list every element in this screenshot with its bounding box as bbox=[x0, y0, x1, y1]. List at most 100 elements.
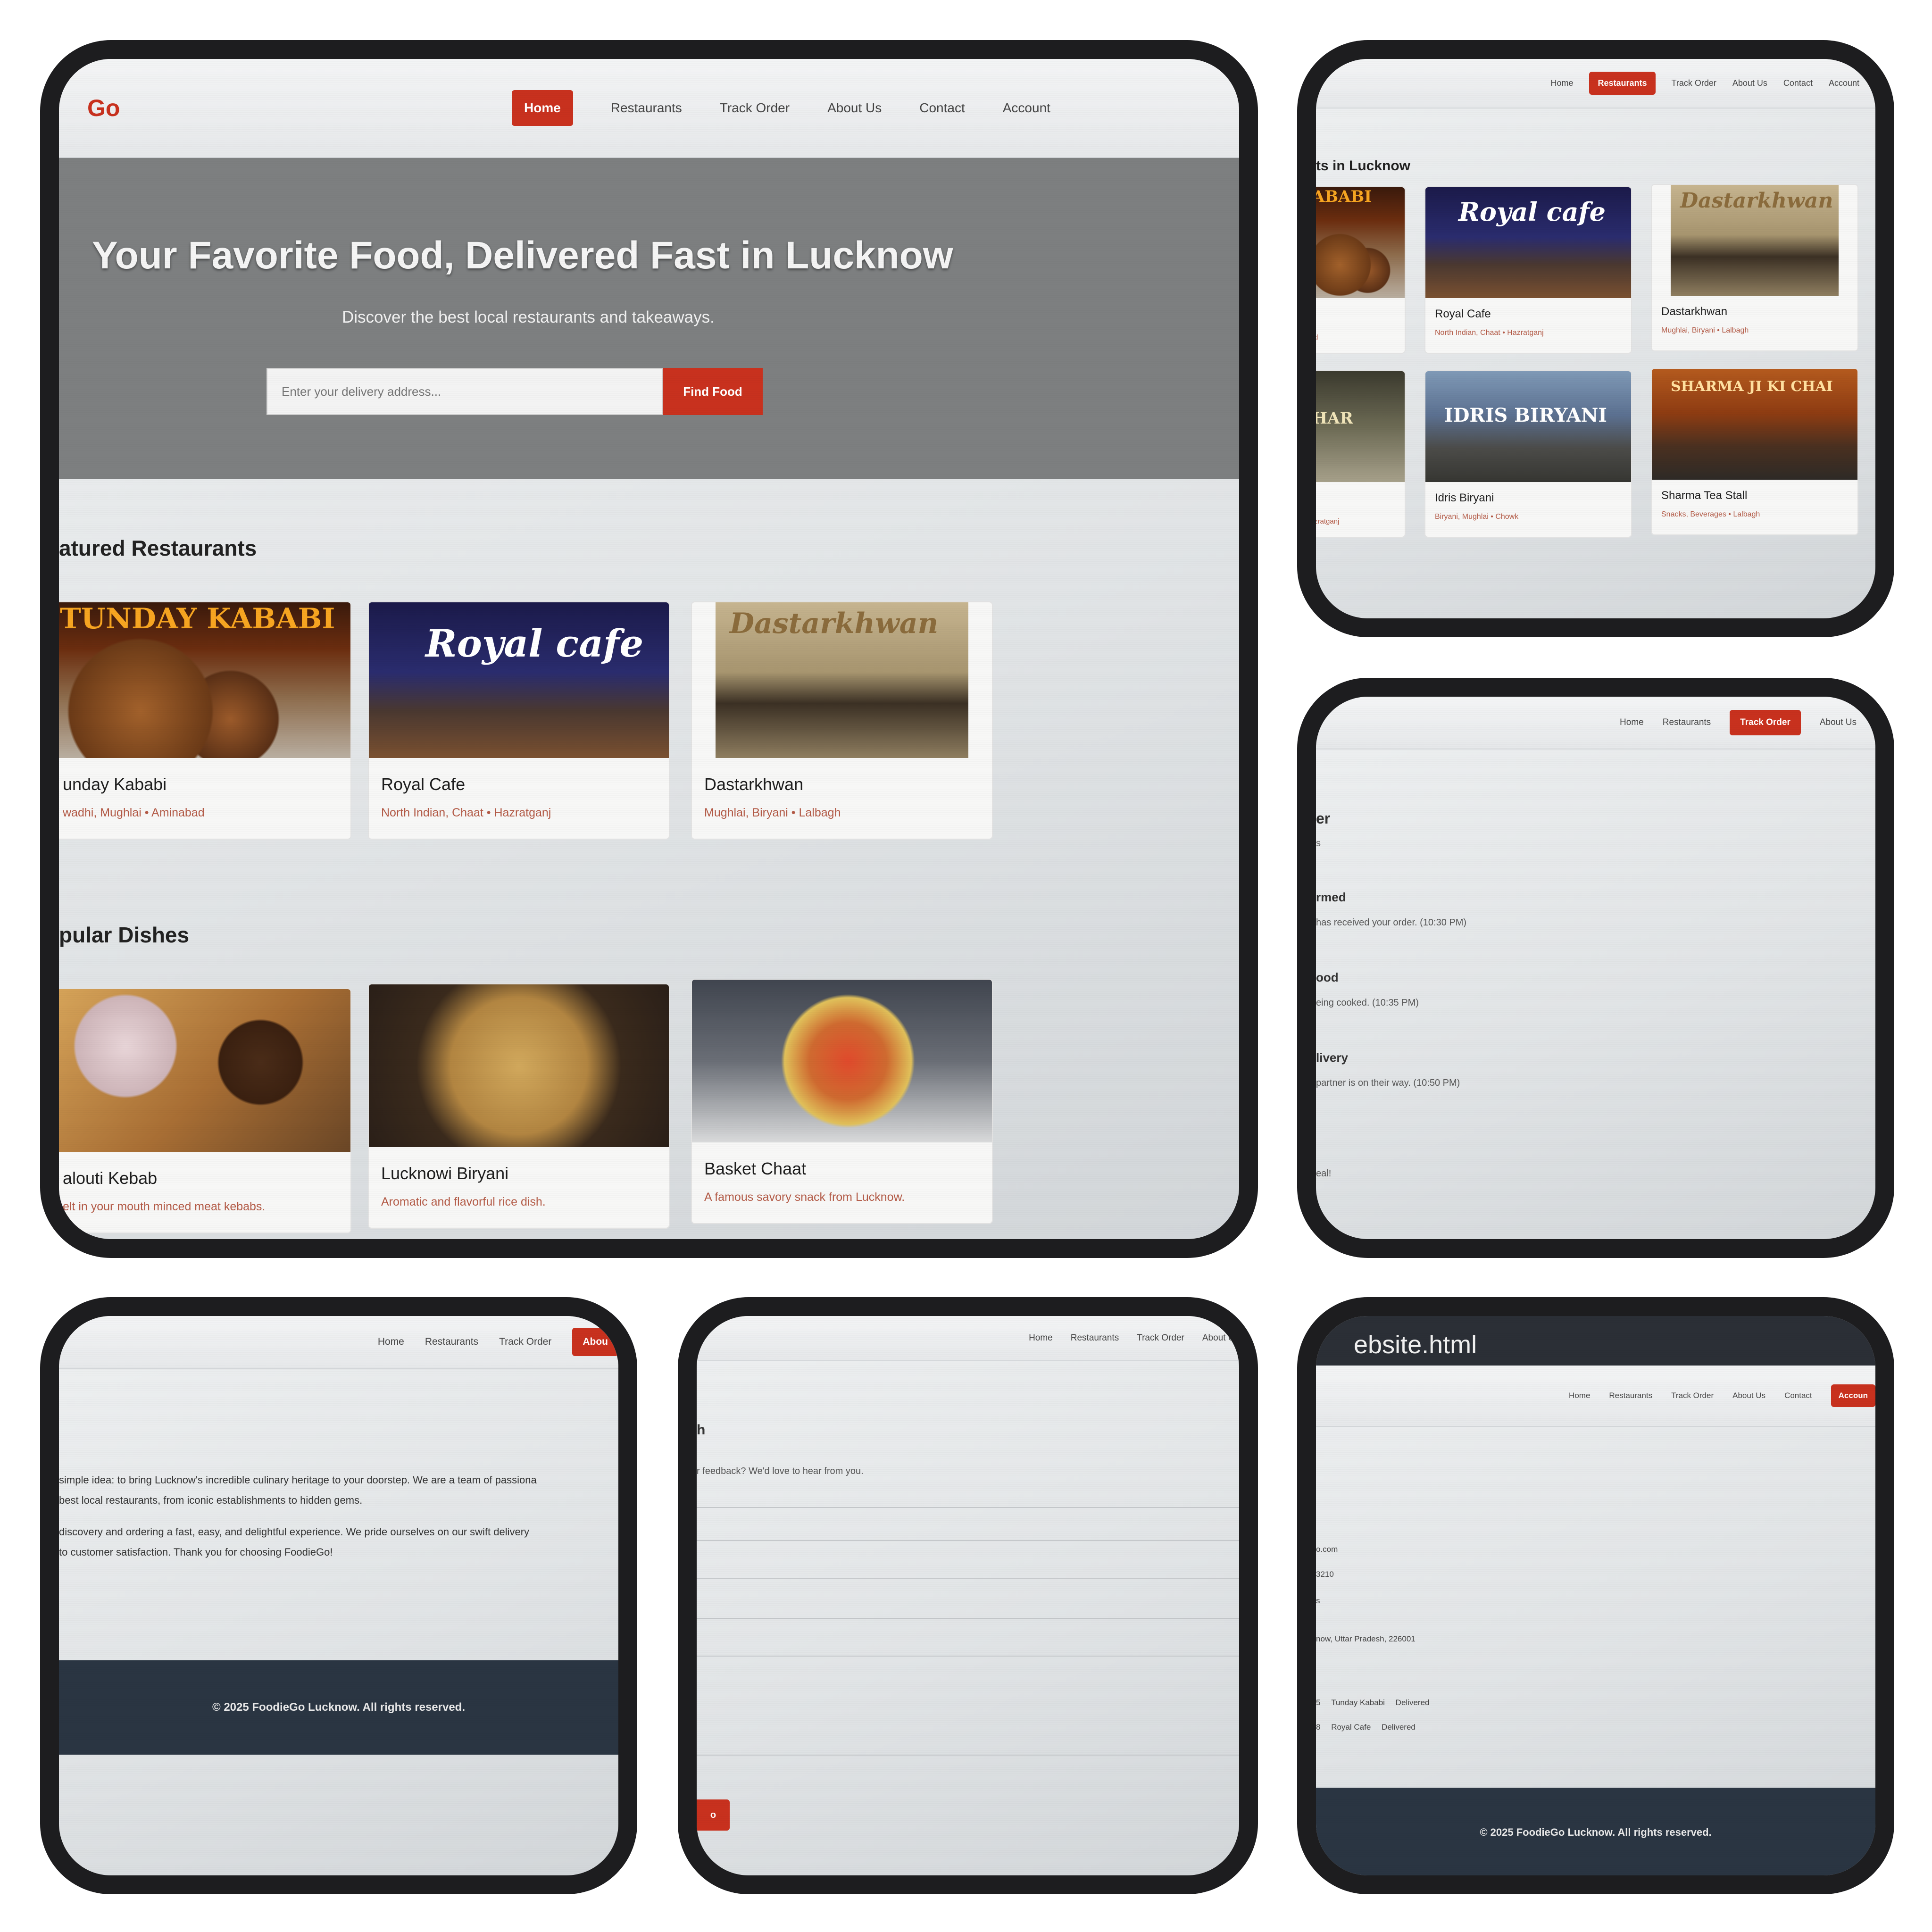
nav-track-order[interactable]: Track Order bbox=[499, 1336, 551, 1348]
account-phone: 3210 bbox=[1316, 1570, 1334, 1579]
email-field[interactable] bbox=[697, 1540, 1239, 1541]
restaurant-card[interactable]: Royal cafe Royal Cafe North Indian, Chaa… bbox=[368, 601, 670, 840]
site-logo[interactable]: Go bbox=[87, 94, 512, 122]
order-status: Delivered bbox=[1395, 1698, 1430, 1707]
nav-about-us[interactable]: About Us bbox=[827, 100, 882, 116]
about-paragraph-2-line-1: discovery and ordering a fast, easy, and… bbox=[59, 1526, 530, 1538]
top-navbar: Go Home Restaurants Track Order About Us… bbox=[59, 59, 1239, 158]
restaurant-photo: SHARMA JI KI CHAI bbox=[1652, 369, 1857, 480]
nav-about-us[interactable]: Abou bbox=[572, 1328, 618, 1356]
nav-restaurants[interactable]: Restaurants bbox=[1609, 1391, 1652, 1400]
shop-sign: ABABI bbox=[1316, 187, 1372, 206]
nav-home[interactable]: Home bbox=[1620, 717, 1644, 728]
hero-subtitle: Discover the best local restaurants and … bbox=[342, 308, 715, 326]
site-footer: © 2025 FoodieGo Lucknow. All rights rese… bbox=[59, 1660, 618, 1755]
home-page-panel: Go Home Restaurants Track Order About Us… bbox=[40, 40, 1258, 1258]
order-restaurant: Royal Cafe bbox=[1331, 1723, 1371, 1732]
restaurant-card[interactable]: IDRIS BIRYANI Idris Biryani Biryani, Mug… bbox=[1424, 370, 1632, 538]
restaurant-photo: Dastarkhwan bbox=[1671, 185, 1839, 296]
top-navbar: Home Restaurants Track Order Abou bbox=[59, 1316, 618, 1369]
nav-account[interactable]: Account bbox=[1003, 100, 1050, 116]
nav-home[interactable]: Home bbox=[1550, 78, 1573, 88]
nav-restaurants[interactable]: Restaurants bbox=[1071, 1333, 1119, 1343]
top-navbar: Home Restaurants Track Order About Us bbox=[1316, 697, 1875, 749]
dish-name: Lucknowi Biryani bbox=[381, 1164, 509, 1183]
step-title: livery bbox=[1316, 1050, 1348, 1065]
send-message-button[interactable]: o bbox=[697, 1799, 730, 1831]
restaurant-card[interactable]: Dastarkhwan Dastarkhwan Mughlai, Biryani… bbox=[1651, 184, 1858, 351]
address-search: Find Food bbox=[266, 368, 763, 415]
account-email: o.com bbox=[1316, 1545, 1338, 1554]
restaurant-card[interactable]: TUNDAY KABABI unday Kababi wadhi, Mughla… bbox=[59, 601, 351, 840]
nav-contact[interactable]: Contact bbox=[919, 100, 965, 116]
step-description: has received your order. (10:30 PM) bbox=[1316, 917, 1467, 928]
nav-restaurants[interactable]: Restaurants bbox=[1663, 717, 1711, 728]
top-navbar: Home Restaurants Track Order About Us bbox=[697, 1316, 1239, 1361]
nav-about-us[interactable]: About Us bbox=[1820, 717, 1857, 728]
restaurant-meta: Mughlai, Biryani • Lalbagh bbox=[704, 806, 841, 819]
restaurant-photo: Royal cafe bbox=[369, 602, 669, 758]
subject-field[interactable] bbox=[697, 1578, 1239, 1579]
nav-track-order[interactable]: Track Order bbox=[720, 100, 790, 116]
restaurant-name: Sharma Tea Stall bbox=[1661, 489, 1748, 502]
dish-card[interactable]: alouti Kebab elt in your mouth minced me… bbox=[59, 988, 351, 1233]
message-field-top[interactable] bbox=[697, 1618, 1239, 1619]
restaurant-name: Idris Biryani bbox=[1435, 491, 1494, 504]
shop-sign: Royal cafe bbox=[1458, 197, 1606, 227]
name-field[interactable] bbox=[697, 1507, 1239, 1508]
nav-home[interactable]: Home bbox=[1569, 1391, 1590, 1400]
restaurant-card[interactable]: SHARMA JI KI CHAI Sharma Tea Stall Snack… bbox=[1651, 368, 1858, 535]
nav-account[interactable]: Accoun bbox=[1831, 1384, 1875, 1407]
shop-sign: TUNDAY KABABI bbox=[60, 602, 335, 635]
track-order-heading: er bbox=[1316, 810, 1331, 827]
nav-restaurants[interactable]: Restaurants bbox=[425, 1336, 478, 1348]
order-restaurant: Tunday Kababi bbox=[1331, 1698, 1385, 1707]
about-paragraph-1-line-2: best local restaurants, from iconic esta… bbox=[59, 1494, 363, 1506]
nav-track-order[interactable]: Track Order bbox=[1672, 78, 1716, 88]
nav-restaurants[interactable]: Restaurants bbox=[1589, 72, 1656, 95]
restaurant-card[interactable]: HAR zratganj bbox=[1316, 370, 1406, 538]
nav-home[interactable]: Home bbox=[378, 1336, 404, 1348]
nav-track-order[interactable]: Track Order bbox=[1137, 1333, 1184, 1343]
contact-screen: Home Restaurants Track Order About Us h … bbox=[697, 1316, 1239, 1875]
nav-home[interactable]: Home bbox=[512, 90, 573, 126]
nav-home[interactable]: Home bbox=[1029, 1333, 1053, 1343]
dish-photo bbox=[369, 984, 669, 1147]
restaurant-meta: Mughlai, Biryani • Lalbagh bbox=[1661, 326, 1749, 334]
restaurants-page-panel: Home Restaurants Track Order About Us Co… bbox=[1297, 40, 1894, 637]
order-row[interactable]: 8 Royal Cafe Delivered bbox=[1316, 1723, 1416, 1732]
dish-name: Basket Chaat bbox=[704, 1159, 807, 1178]
nav-about-us[interactable]: About Us bbox=[1732, 1391, 1765, 1400]
shop-sign: HAR bbox=[1316, 409, 1353, 428]
nav-contact[interactable]: Contact bbox=[1784, 1391, 1812, 1400]
nav-about-us[interactable]: About Us bbox=[1202, 1333, 1239, 1343]
contact-heading: h bbox=[697, 1422, 706, 1438]
about-paragraph-2-line-2: to customer satisfaction. Thank you for … bbox=[59, 1546, 333, 1558]
dish-description: Aromatic and flavorful rice dish. bbox=[381, 1195, 546, 1208]
account-address-label: s bbox=[1316, 1596, 1320, 1605]
order-row[interactable]: 5 Tunday Kababi Delivered bbox=[1316, 1698, 1429, 1707]
nav-track-order[interactable]: Track Order bbox=[1730, 710, 1801, 735]
dish-card[interactable]: Basket Chaat A famous savory snack from … bbox=[691, 979, 993, 1224]
restaurant-card[interactable]: Royal cafe Royal Cafe North Indian, Chaa… bbox=[1424, 186, 1632, 354]
dish-photo bbox=[59, 989, 350, 1152]
restaurant-card[interactable]: ABABI d bbox=[1316, 186, 1406, 354]
nav-account[interactable]: Account bbox=[1829, 78, 1859, 88]
restaurant-photo: HAR bbox=[1316, 371, 1405, 482]
restaurants-heading: ts in Lucknow bbox=[1316, 158, 1411, 174]
hero-banner: Your Favorite Food, Delivered Fast in Lu… bbox=[59, 158, 1239, 479]
delivery-address-input[interactable] bbox=[266, 368, 663, 415]
nav-about-us[interactable]: About Us bbox=[1732, 78, 1767, 88]
contact-intro: r feedback? We'd love to hear from you. bbox=[697, 1466, 864, 1476]
nav-contact[interactable]: Contact bbox=[1783, 78, 1813, 88]
find-food-button[interactable]: Find Food bbox=[663, 368, 763, 415]
nav-restaurants[interactable]: Restaurants bbox=[611, 100, 682, 116]
message-field[interactable] bbox=[697, 1656, 1239, 1657]
restaurant-card[interactable]: Dastarkhwan Dastarkhwan Mughlai, Biryani… bbox=[691, 601, 993, 840]
nav-track-order[interactable]: Track Order bbox=[1671, 1391, 1714, 1400]
about-page-panel: Home Restaurants Track Order Abou simple… bbox=[40, 1297, 637, 1894]
restaurant-photo: Royal cafe bbox=[1425, 187, 1631, 298]
dish-card[interactable]: Lucknowi Biryani Aromatic and flavorful … bbox=[368, 983, 670, 1229]
restaurant-name: Dastarkhwan bbox=[1661, 305, 1728, 318]
restaurant-name: Dastarkhwan bbox=[704, 774, 804, 794]
